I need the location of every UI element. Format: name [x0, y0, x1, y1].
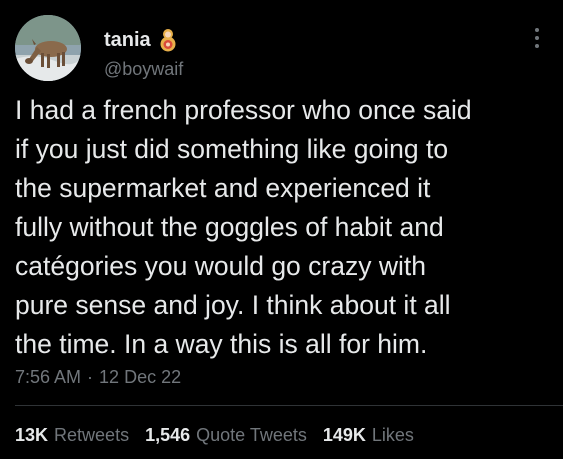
tweet-time[interactable]: 7:56 AM [15, 366, 81, 388]
divider [15, 405, 563, 406]
quote-tweets-count: 1,546 [145, 425, 191, 445]
tweet-text-line: the time. In a way this is all for him. [15, 329, 428, 359]
nesting-doll-icon [159, 28, 177, 52]
engagement-stats: 13K Retweets 1,546 Quote Tweets 149K Lik… [15, 424, 414, 446]
quote-tweets-stat[interactable]: 1,546 Quote Tweets [145, 424, 307, 446]
likes-stat[interactable]: 149K Likes [323, 424, 414, 446]
tweet-text-line: the supermarket and experienced it [15, 173, 431, 203]
tweet-text-line: fully without the goggles of habit and [15, 212, 444, 242]
retweets-count: 13K [15, 425, 49, 445]
tweet-meta: 7:56 AM · 12 Dec 22 [15, 366, 181, 388]
quote-tweets-label: Quote Tweets [196, 425, 307, 445]
more-options-icon [535, 28, 539, 32]
tweet-text-line: catégories you would go crazy with [15, 251, 426, 281]
name-row: tania [104, 28, 177, 52]
user-handle[interactable]: @boywaif [104, 58, 183, 80]
avatar[interactable] [15, 15, 81, 81]
tweet-text-line: if you just did something like going to [15, 134, 449, 164]
meta-separator: · [87, 367, 94, 387]
tweet-text-line: pure sense and joy. I think about it all [15, 290, 451, 320]
more-options-icon [535, 44, 539, 48]
tweet-text: I had a french professor who once said i… [15, 91, 555, 364]
retweets-stat[interactable]: 13K Retweets [15, 424, 129, 446]
tweet-text-line: I had a french professor who once said [15, 95, 472, 125]
likes-label: Likes [371, 425, 414, 445]
retweets-label: Retweets [54, 425, 130, 445]
display-name[interactable]: tania [104, 28, 151, 52]
likes-count: 149K [322, 425, 366, 445]
tweet-date[interactable]: 12 Dec 22 [99, 366, 181, 388]
more-options-button[interactable] [525, 24, 549, 52]
deer-photo-icon [15, 15, 81, 81]
tweet-header: tania @boywaif [0, 0, 563, 90]
more-options-icon [535, 36, 539, 40]
